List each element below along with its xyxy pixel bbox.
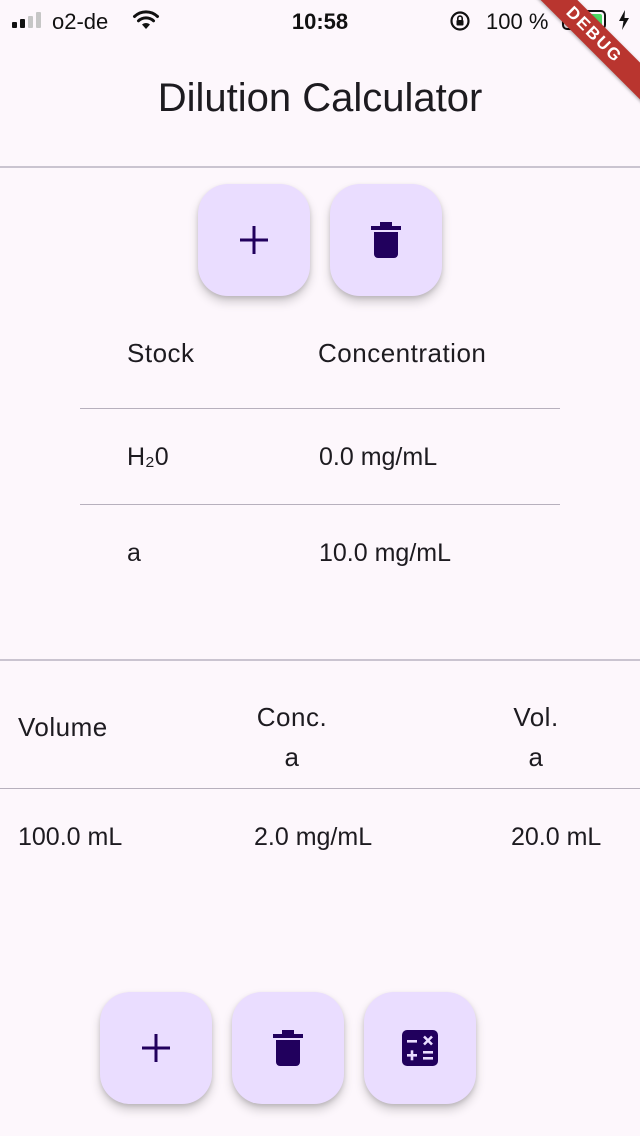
header-line: Volume: [18, 712, 108, 742]
table-row[interactable]: a 10.0 mg/mL: [80, 505, 560, 600]
delete-dilution-button[interactable]: [232, 992, 344, 1104]
charging-icon: [618, 10, 630, 35]
rotation-lock-icon: [449, 10, 471, 37]
app-bar-divider: [0, 166, 640, 168]
calculator-icon: [402, 1030, 438, 1066]
volume-column-header: Volume: [18, 711, 108, 743]
concentration-cell: 10.0 mg/mL: [319, 539, 452, 567]
conc-column-header: Conc. a: [242, 697, 342, 777]
add-stock-button[interactable]: [198, 184, 310, 296]
add-dilution-button[interactable]: [100, 992, 212, 1104]
delete-stock-button[interactable]: [330, 184, 442, 296]
stock-table: Stock Concentration H₂0 0.0 mg/mL a 10.0…: [0, 320, 640, 600]
header-line: Vol.: [513, 702, 559, 732]
table-row[interactable]: 100.0 mL 2.0 mg/mL 20.0 mL: [0, 789, 640, 885]
stock-column-header: Stock: [127, 338, 195, 368]
header-line: a: [284, 742, 300, 772]
header-line: Conc.: [256, 702, 328, 732]
calculate-button[interactable]: [364, 992, 476, 1104]
volume-cell: 100.0 mL: [18, 823, 123, 851]
concentration-column-header: Concentration: [318, 338, 487, 368]
table-row[interactable]: H₂0 0.0 mg/mL: [80, 409, 560, 504]
stock-name-cell: a: [127, 539, 141, 567]
battery-percent: 100 %: [486, 9, 549, 34]
plus-icon: [240, 226, 268, 254]
dilution-table: Volume Conc. a Vol. a 100.0 mL 2.0 mg/mL…: [0, 661, 640, 881]
header-line: a: [528, 742, 544, 772]
status-bar: o2-de 10:58 100 %: [0, 0, 640, 40]
plus-icon: [142, 1034, 170, 1062]
page-title: Dilution Calculator: [157, 76, 483, 120]
concentration-cell: 0.0 mg/mL: [319, 443, 438, 471]
vol-column-header: Vol. a: [496, 697, 576, 777]
conc-cell: 2.0 mg/mL: [254, 823, 373, 851]
stock-name-cell: H₂0: [127, 443, 169, 471]
vol-cell: 20.0 mL: [511, 823, 602, 851]
trash-icon: [371, 222, 401, 258]
trash-icon: [273, 1030, 303, 1066]
